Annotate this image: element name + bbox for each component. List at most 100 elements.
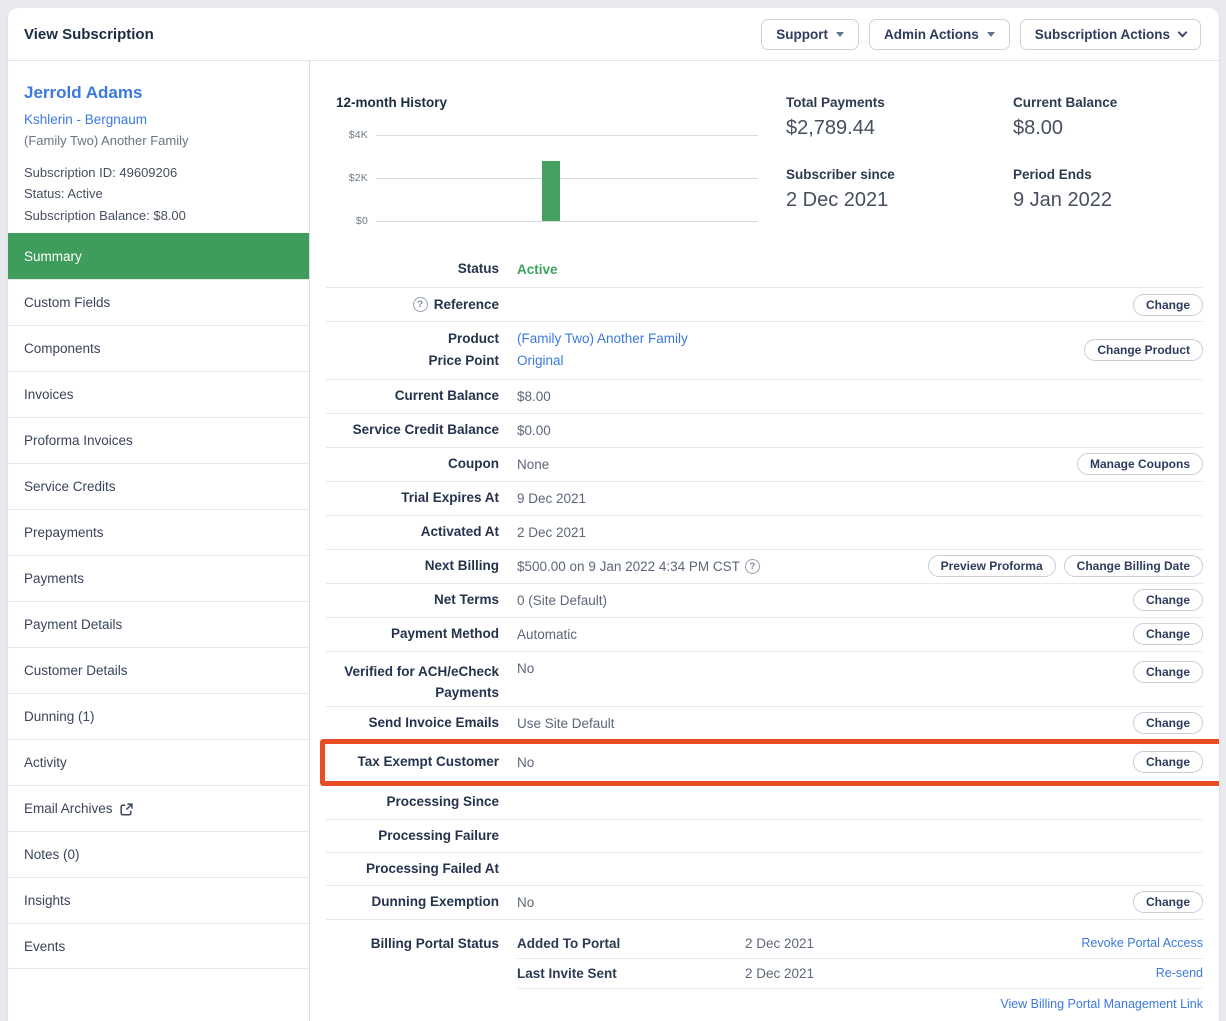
product-row: Product Price Point (Family Two) Another… (326, 321, 1203, 379)
processing-failure-row: Processing Failure (326, 818, 1203, 852)
sidebar-item-summary[interactable]: Summary (8, 233, 309, 279)
row-label: Current Balance (394, 388, 499, 404)
sidebar-item-label: Components (24, 341, 101, 356)
sidebar-item-prepayments[interactable]: Prepayments (8, 509, 309, 555)
payment-method-change-button[interactable]: Change (1132, 623, 1203, 646)
sidebar-item-payments[interactable]: Payments (8, 555, 309, 601)
service-credit-balance-value: $0.00 (517, 422, 551, 438)
billing-portal-status-row: Billing Portal Status Added To Portal 2 … (326, 918, 1203, 1021)
row-label: Processing Since (386, 794, 499, 810)
sidebar-item-label: Payments (24, 571, 85, 586)
y-tick-0: $0 (355, 215, 368, 227)
row-label: Verified for ACH/eCheck Payments (344, 663, 499, 701)
sidebar-item-activity[interactable]: Activity (8, 739, 309, 785)
customer-company-link[interactable]: Kshlerin - Bergnaum (24, 112, 293, 127)
dunning-exemption-change-button[interactable]: Change (1132, 891, 1203, 914)
added-to-portal-subrow: Added To Portal 2 Dec 2021 Revoke Portal… (517, 929, 1203, 959)
subscription-id-text: Subscription ID: 49609206 (24, 165, 178, 180)
tax-exempt-value: No (517, 754, 535, 770)
stat-value: 9 Jan 2022 (1013, 189, 1112, 211)
page-title: View Subscription (24, 25, 154, 43)
subrow-label: Last Invite Sent (517, 965, 617, 981)
external-link-icon (119, 802, 133, 816)
payment-method-row: Payment Method Automatic Change (326, 616, 1203, 651)
resend-link[interactable]: Re-send (1156, 966, 1203, 980)
tax-exempt-change-button[interactable]: Change (1132, 751, 1203, 774)
sidebar-item-label: Insights (24, 893, 71, 908)
change-product-button[interactable]: Change Product (1084, 339, 1203, 362)
row-label: Reference (433, 296, 499, 312)
sidebar-item-payment-details[interactable]: Payment Details (8, 601, 309, 647)
sidebar-item-proforma-invoices[interactable]: Proforma Invoices (8, 417, 309, 463)
coupon-row: Coupon None Manage Coupons (326, 446, 1203, 481)
sidebar-item-customer-details[interactable]: Customer Details (8, 647, 309, 693)
activated-at-value: 2 Dec 2021 (517, 524, 587, 540)
row-label: Status (457, 261, 499, 277)
current-balance-value: $8.00 (517, 388, 551, 404)
chart-title: 12-month History (336, 95, 448, 110)
status-value: Active (517, 261, 558, 277)
sidebar-item-service-credits[interactable]: Service Credits (8, 463, 309, 509)
change-billing-date-button[interactable]: Change Billing Date (1063, 555, 1203, 578)
row-label: Billing Portal Status (370, 935, 499, 951)
coupon-value: None (517, 456, 550, 472)
sidebar-item-label: Email Archives (24, 801, 113, 816)
row-label: Processing Failure (378, 827, 499, 843)
ach-verified-row: Verified for ACH/eCheck Payments No Chan… (326, 650, 1203, 706)
subscription-status-text: Status: Active (24, 186, 103, 202)
trial-expires-row: Trial Expires At 9 Dec 2021 (326, 480, 1203, 515)
net-terms-change-button[interactable]: Change (1132, 589, 1203, 612)
dunning-exemption-value: No (517, 894, 535, 910)
customer-product-name: (Family Two) Another Family (24, 133, 189, 148)
reference-change-button[interactable]: Change (1132, 293, 1203, 316)
row-label: Tax Exempt Customer (357, 754, 499, 770)
sidebar-item-label: Custom Fields (24, 295, 111, 310)
help-icon: ? (744, 558, 760, 574)
row-label-product: Product (447, 331, 499, 346)
sidebar-item-dunning[interactable]: Dunning (1) (8, 693, 309, 739)
billing-portal-table: Added To Portal 2 Dec 2021 Revoke Portal… (517, 929, 1203, 1019)
sidebar-nav: Summary Custom Fields Components Invoice… (8, 233, 309, 969)
sidebar-item-label: Invoices (24, 387, 74, 402)
sidebar-item-email-archives[interactable]: Email Archives (8, 785, 309, 831)
sidebar-item-notes[interactable]: Notes (0) (8, 831, 309, 877)
sidebar-item-custom-fields[interactable]: Custom Fields (8, 279, 309, 325)
view-billing-portal-management-link[interactable]: View Billing Portal Management Link (1000, 997, 1203, 1011)
net-terms-value: 0 (Site Default) (517, 592, 608, 608)
payment-method-value: Automatic (517, 626, 578, 642)
stat-total-payments: Total Payments $2,789.44 (786, 95, 1013, 140)
admin-actions-button[interactable]: Admin Actions (868, 18, 1010, 50)
row-label: Payment Method (390, 626, 499, 642)
sidebar-item-label: Summary (24, 249, 82, 264)
manage-coupons-button[interactable]: Manage Coupons (1076, 453, 1203, 476)
subscription-detail-table: Status Active ? Reference Change Product (310, 251, 1219, 1021)
sidebar-item-components[interactable]: Components (8, 325, 309, 371)
stats-grid: Total Payments $2,789.44 Current Balance… (786, 95, 1203, 251)
sidebar-item-insights[interactable]: Insights (8, 877, 309, 923)
status-row: Status Active (326, 251, 1203, 287)
trial-expires-value: 9 Dec 2021 (517, 490, 587, 506)
sidebar-item-invoices[interactable]: Invoices (8, 371, 309, 417)
row-label: Send Invoice Emails (368, 715, 499, 731)
ach-verified-change-button[interactable]: Change (1132, 660, 1203, 683)
stat-value: $8.00 (1013, 117, 1064, 139)
customer-name-link[interactable]: Jerrold Adams (24, 83, 293, 103)
summary-panel: 12-month History $4K $2K $0 Total Paymen… (310, 61, 1219, 1021)
send-invoice-emails-change-button[interactable]: Change (1132, 712, 1203, 735)
product-link[interactable]: (Family Two) Another Family (517, 331, 688, 346)
portal-management-subrow: View Billing Portal Management Link (517, 989, 1203, 1019)
next-billing-row: Next Billing $500.00 on 9 Jan 2022 4:34 … (326, 548, 1203, 583)
stat-value: $2,789.44 (786, 117, 875, 139)
activated-at-row: Activated At 2 Dec 2021 (326, 514, 1203, 549)
support-button[interactable]: Support (761, 18, 859, 50)
sidebar-item-label: Activity (24, 755, 67, 770)
tax-exempt-row: Tax Exempt Customer No Change (326, 744, 1203, 781)
revoke-portal-access-link[interactable]: Revoke Portal Access (1081, 936, 1203, 950)
preview-proforma-button[interactable]: Preview Proforma (927, 555, 1056, 578)
sidebar-item-label: Prepayments (24, 525, 104, 540)
sidebar-item-label: Dunning (1) (24, 709, 95, 724)
price-point-link[interactable]: Original (517, 353, 564, 368)
tax-exempt-highlight-box: Tax Exempt Customer No Change (320, 738, 1219, 786)
subscription-actions-button[interactable]: Subscription Actions (1019, 18, 1201, 50)
sidebar-item-events[interactable]: Events (8, 923, 309, 969)
